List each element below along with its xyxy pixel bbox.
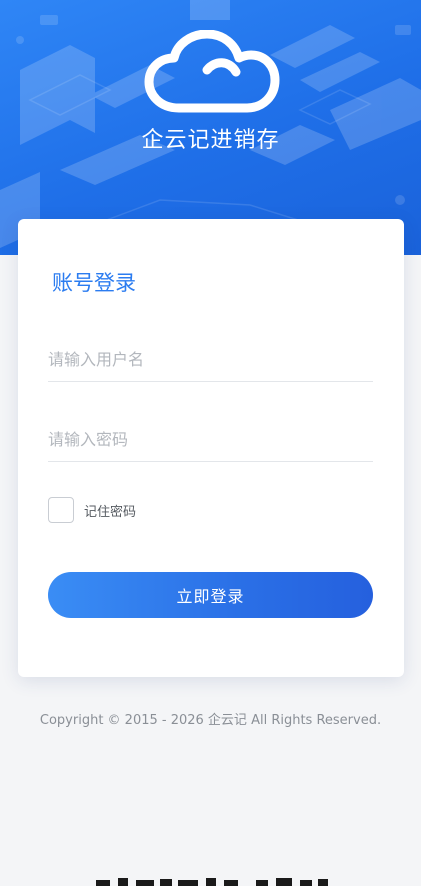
login-button[interactable]: 立即登录	[48, 572, 373, 618]
username-field-wrapper	[48, 337, 373, 382]
cloud-icon	[144, 30, 279, 113]
remember-password-checkbox[interactable]	[48, 497, 74, 523]
header-banner: 企云记进销存	[0, 0, 421, 255]
brand-name: 企云记进销存	[141, 128, 280, 153]
login-page: 企云记进销存 账号登录 记住密码 立即登录 Copyright © 2015 -…	[0, 0, 421, 886]
login-title: 账号登录	[52, 271, 136, 295]
copyright-text: Copyright © 2015 - 2026 企云记 All Rights R…	[39, 713, 382, 728]
login-card: 账号登录 记住密码 立即登录	[18, 219, 404, 677]
username-input[interactable]	[48, 337, 373, 381]
password-input[interactable]	[48, 417, 373, 461]
cropped-footer-graphic	[96, 878, 328, 886]
brand-block: 企云记进销存	[0, 30, 421, 154]
remember-password-label[interactable]: 记住密码	[84, 501, 136, 520]
password-field-wrapper	[48, 417, 373, 462]
remember-password-row[interactable]: 记住密码	[48, 496, 136, 524]
